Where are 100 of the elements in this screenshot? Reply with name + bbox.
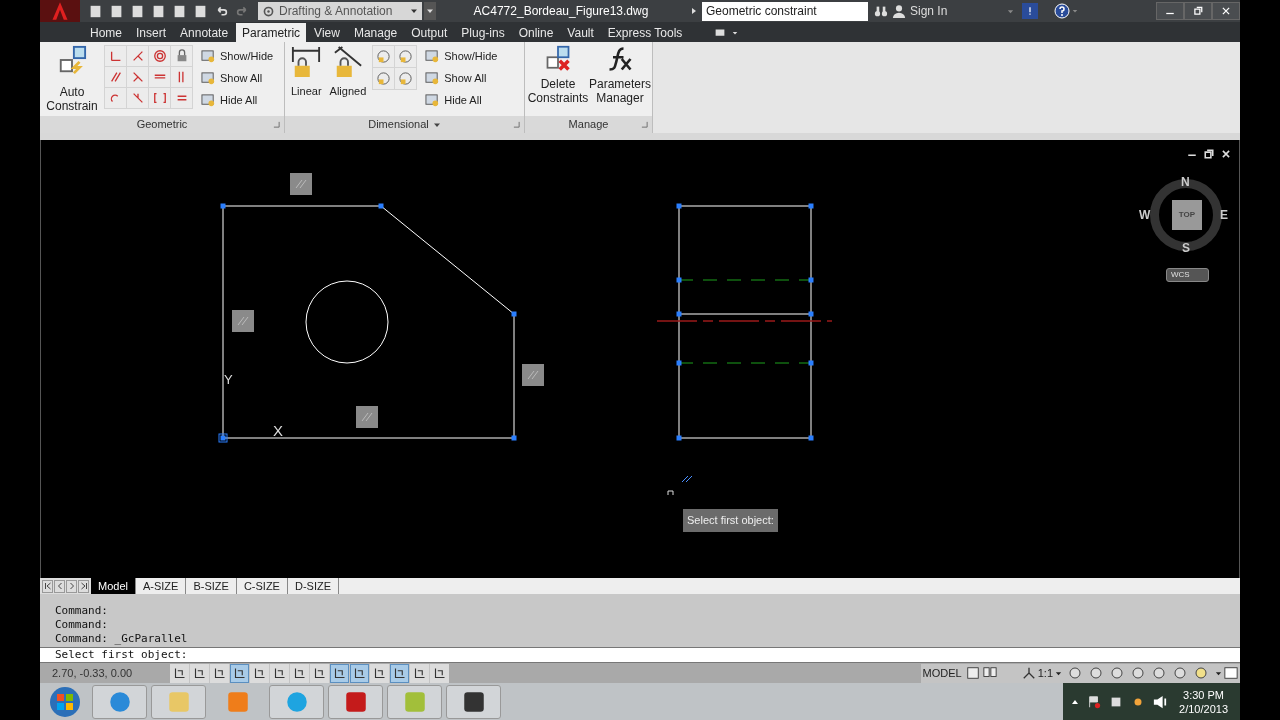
parameters-manager-button[interactable]: Parameters Manager [591,45,649,105]
grip-handle[interactable] [220,203,226,209]
tab-scroll-button[interactable] [78,579,89,593]
drafting-tool-icon [413,667,426,679]
annotation-scale-dropdown[interactable]: 1:1 [1037,664,1062,682]
grip-handle[interactable] [676,435,682,441]
linear-button[interactable]: Linear [289,45,324,100]
dimension-button[interactable] [395,46,417,67]
coordinates-readout: 2.70, -0.33, 0.00 [51,665,134,681]
ribbon-tab[interactable]: Output [405,23,454,42]
drafting-tool-icon [273,667,286,679]
grip-handle[interactable] [808,277,814,283]
ribbon-tab[interactable]: Online [512,23,560,42]
search-field[interactable]: Geometric constraint [702,1,868,21]
constraint-button[interactable] [171,67,192,87]
status-toggle[interactable] [230,663,249,683]
constraint-button[interactable] [127,46,148,66]
arrow-icon [43,582,52,590]
aligned-button[interactable]: Aligned [327,45,369,100]
grip-handle[interactable] [378,203,384,209]
dimension-button[interactable] [395,68,417,89]
close-icon [1220,148,1231,159]
drawing-canvas[interactable]: Y X Select first object: N W TOP E S WCS [40,140,1240,578]
grip-handle[interactable] [676,360,682,366]
ribbon-tab[interactable]: Express Tools [601,23,689,42]
grip-handle[interactable] [808,360,814,366]
layout-tab[interactable]: Model [91,578,136,594]
status-toggle[interactable] [210,663,229,683]
status-toggle[interactable] [370,663,389,683]
status-toggle[interactable] [330,663,349,683]
status-toggle[interactable] [410,663,429,683]
constraint-button[interactable] [171,88,192,108]
workspace-dropdown[interactable]: Drafting & Annotation [258,2,422,20]
ribbon-button[interactable]: Hide All [201,89,274,111]
auto-constrain-button[interactable]: Auto Constrain [44,45,100,113]
constraint-icon [152,91,167,105]
constraint-button[interactable] [149,46,170,66]
constraint-button[interactable] [149,88,170,108]
status-toggle[interactable] [290,663,309,683]
taskbar-button[interactable] [328,684,383,719]
grip-handle[interactable] [511,311,517,317]
wcs-menu-button[interactable]: WCS [1166,268,1209,282]
grip-handle[interactable] [676,311,682,317]
layout-icon [965,666,980,680]
status-toggle[interactable] [170,663,189,683]
ribbon-tab[interactable]: Annotate [174,23,235,42]
ribbon-tab[interactable]: Manage [347,23,404,42]
ribbon-tab[interactable]: Insert [130,23,173,42]
user-icon [892,4,906,18]
sign-in-button[interactable]: Sign In [910,2,1014,20]
notification-button[interactable] [1022,3,1038,19]
ribbon-tab[interactable]: Parametric [236,23,307,42]
constraint-button[interactable] [127,67,148,87]
ribbon-button[interactable]: Show/Hide [201,45,274,67]
status-toggle[interactable] [250,663,269,683]
grip-handle[interactable] [808,311,814,317]
dimension-button[interactable] [373,68,395,89]
status-toggle[interactable] [190,663,209,683]
constraint-button[interactable] [105,88,126,108]
close-button[interactable] [1212,2,1240,20]
status-toggle[interactable] [270,663,289,683]
constraint-button[interactable] [171,46,192,66]
play-icon [690,7,698,15]
ribbon-tab[interactable]: Vault [561,23,600,42]
status-toggle[interactable] [390,663,409,683]
grip-handle[interactable] [676,203,682,209]
drafting-tool-icon [253,667,266,679]
grip-handle[interactable] [511,435,517,441]
constraint-button[interactable] [149,67,170,87]
status-toggle[interactable] [350,663,369,683]
status-toggle[interactable] [430,663,449,683]
viewcube-face[interactable]: TOP [1172,200,1202,230]
caret-icon [1007,7,1014,15]
panel-title: Dimensional [368,117,429,133]
taskbar-button[interactable] [446,684,501,719]
ribbon-button[interactable]: Show All [201,67,274,89]
grip-handle[interactable] [808,435,814,441]
customize-button[interactable] [424,2,436,20]
grip-handle[interactable] [808,203,814,209]
help-button[interactable] [1054,3,1078,19]
model-space-button[interactable]: MODEL [920,664,964,682]
constraint-button[interactable] [127,88,148,108]
ribbon-tab[interactable]: Home [84,23,128,42]
application-menu-button[interactable] [40,0,80,22]
restore-button[interactable] [1184,2,1212,20]
constraint-button[interactable] [105,46,126,66]
status-toggle[interactable] [310,663,329,683]
tab-scroll-button[interactable] [42,579,53,593]
ribbon-tab[interactable]: View [308,23,346,42]
ribbon-tab[interactable]: Plug-ins [455,23,511,42]
ribbon-button[interactable]: Show All [425,67,498,89]
ribbon-button[interactable]: Hide All [425,89,498,111]
ribbon-button[interactable]: Show/Hide [425,45,498,67]
delete-constraints-button[interactable]: Delete Constraints [529,45,587,105]
speaker-icon [1153,694,1168,709]
dimension-button[interactable] [373,46,395,67]
window-title: AC4772_Bordeau_Figure13.dwg [472,3,650,20]
command-line-field[interactable]: Select first object: [40,647,1240,663]
constraint-button[interactable] [105,67,126,87]
grip-handle[interactable] [676,277,682,283]
